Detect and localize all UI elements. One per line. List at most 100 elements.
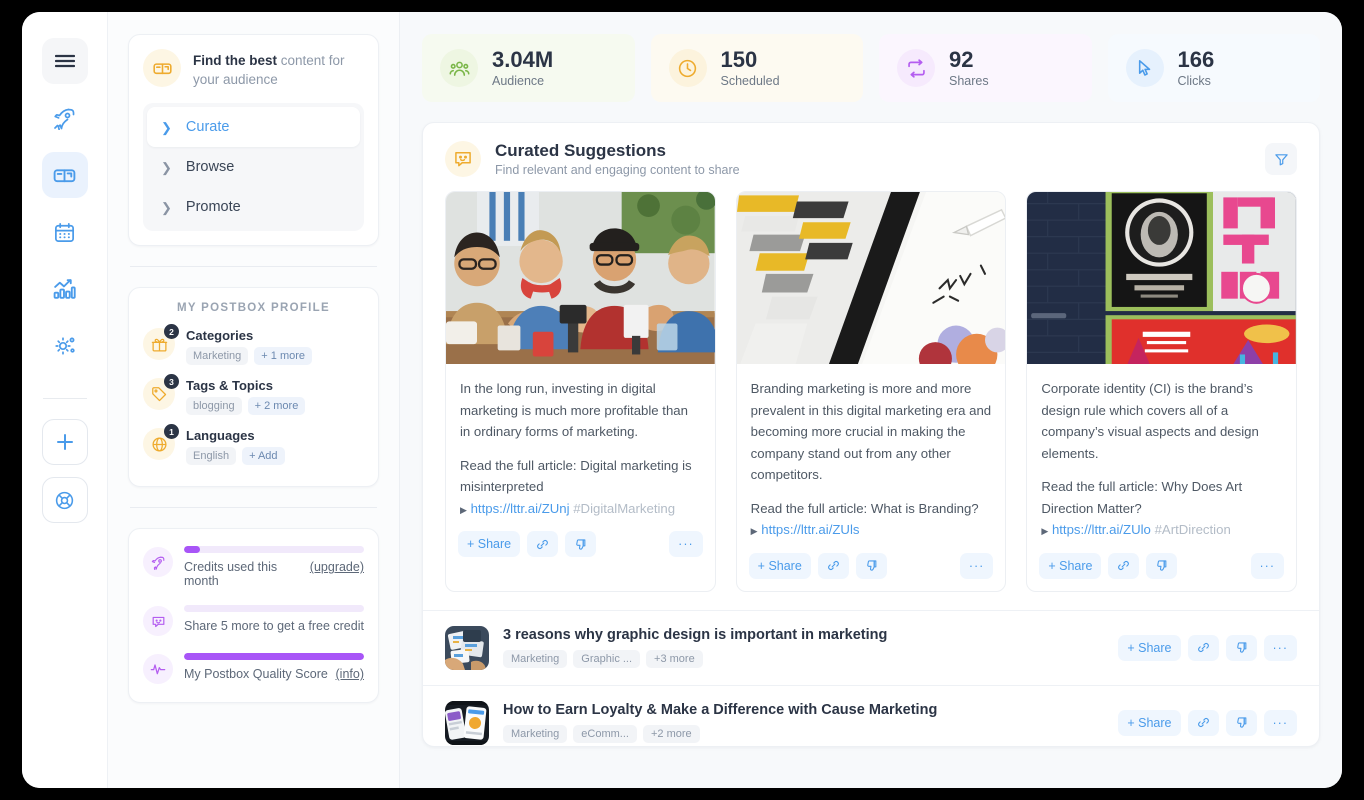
main-content: 3.04M Audience 150 Scheduled 92 Shares 1… xyxy=(400,12,1342,788)
sidebar-item-promote-nav[interactable]: ❯ Promote xyxy=(147,187,360,227)
suggestion-hashtag[interactable]: #DigitalMarketing xyxy=(573,501,675,516)
share-button[interactable]: + Share xyxy=(1118,634,1181,661)
info-link[interactable]: (info) xyxy=(336,667,364,681)
app-window: Find the best content for your audience … xyxy=(22,12,1342,788)
more-button[interactable]: ··· xyxy=(1263,634,1297,661)
chip[interactable]: Marketing xyxy=(503,725,568,744)
chat-smile-icon xyxy=(445,141,481,177)
link-button[interactable] xyxy=(1187,634,1219,661)
more-button[interactable]: ··· xyxy=(1250,552,1285,579)
suggestion-link[interactable]: https://lttr.ai/ZUnj xyxy=(471,501,570,516)
stat-label: Scheduled xyxy=(720,73,780,88)
dislike-button[interactable] xyxy=(565,531,597,558)
dislike-button[interactable] xyxy=(1225,709,1257,736)
chip-more[interactable]: + 1 more xyxy=(254,347,313,366)
upgrade-link[interactable]: (upgrade) xyxy=(310,560,364,574)
stat-label: Clicks xyxy=(1177,73,1211,88)
filter-icon xyxy=(1274,153,1288,165)
suggestion-link[interactable]: https://lttr.ai/ZUls xyxy=(761,522,859,537)
suggestion-card[interactable]: In the long run, investing in digital ma… xyxy=(445,191,716,592)
mailbox-icon xyxy=(143,49,181,87)
chip[interactable]: blogging xyxy=(186,397,242,416)
menu-button[interactable] xyxy=(41,38,88,84)
chip[interactable]: Graphic ... xyxy=(573,650,641,669)
suggestion-link[interactable]: https://lttr.ai/ZUlo xyxy=(1052,522,1151,537)
sidebar-item-curate[interactable]: ❯ Curate xyxy=(147,107,360,148)
dislike-button[interactable] xyxy=(1225,634,1257,661)
list-item-actions: + Share ··· xyxy=(1118,709,1297,736)
sidebar-item-settings[interactable] xyxy=(42,323,88,369)
chip[interactable]: Marketing xyxy=(186,347,249,366)
chip-more[interactable]: +2 more xyxy=(642,725,700,744)
chip-more[interactable]: +3 more xyxy=(646,650,703,669)
more-button[interactable]: ··· xyxy=(959,552,994,579)
stat-card-clicks[interactable]: 166 Clicks xyxy=(1107,34,1320,102)
suggestion-body: Branding marketing is more and more prev… xyxy=(737,364,1006,541)
profile-item-tags[interactable]: 3 Tags & Topics blogging + 2 more xyxy=(143,374,364,416)
design-papers-photo xyxy=(445,625,489,670)
sidebar-item-promote[interactable] xyxy=(42,95,88,141)
panel-divider-2 xyxy=(130,507,377,509)
share-button[interactable]: + Share xyxy=(1118,709,1181,736)
chip[interactable]: eComm... xyxy=(573,725,637,744)
stat-body: 92 Shares xyxy=(949,48,989,88)
help-button[interactable] xyxy=(41,477,88,523)
list-item-body: 3 reasons why graphic design is importan… xyxy=(503,627,887,669)
chip-more[interactable]: + 2 more xyxy=(247,397,306,416)
suggestion-summary: Branding marketing is more and more prev… xyxy=(750,381,992,483)
sidebar-item-browse[interactable]: ❯ Browse xyxy=(147,147,360,187)
chip-add[interactable]: + Add xyxy=(242,447,285,466)
languages-label: Languages xyxy=(186,428,255,444)
pulse-icon xyxy=(143,654,173,685)
thumbs-down-icon xyxy=(1236,717,1246,728)
suggestion-card[interactable]: Corporate identity (CI) is the brand’s d… xyxy=(1026,191,1298,592)
link-button[interactable] xyxy=(1187,709,1219,736)
list-item[interactable]: How to Earn Loyalty & Make a Difference … xyxy=(423,684,1319,746)
link-button[interactable] xyxy=(527,531,559,558)
tags-icon-wrap: 3 xyxy=(143,374,179,411)
cursor-icon xyxy=(1125,49,1164,87)
share-button[interactable]: + Share xyxy=(458,531,521,558)
profile-item-categories[interactable]: 2 Categories Marketing + 1 more xyxy=(143,324,364,366)
filter-button[interactable] xyxy=(1265,143,1297,175)
triangle-icon: ▶ xyxy=(750,526,758,537)
link-button[interactable] xyxy=(817,552,849,579)
stat-label: Audience xyxy=(492,73,545,88)
page-subtitle: Find relevant and engaging content to sh… xyxy=(495,163,740,177)
suggestion-card[interactable]: Branding marketing is more and more prev… xyxy=(735,191,1007,592)
link-button[interactable] xyxy=(1108,552,1140,579)
suggestion-hashtag[interactable]: #ArtDirection xyxy=(1155,522,1231,537)
more-button[interactable]: ··· xyxy=(1263,709,1297,736)
thumbs-down-icon xyxy=(867,560,877,571)
curated-title-block: Curated Suggestions Find relevant and en… xyxy=(495,141,740,177)
dislike-button[interactable] xyxy=(1146,552,1178,579)
suggestion-actions: + Share ··· xyxy=(446,519,715,569)
dislike-button[interactable] xyxy=(855,552,887,579)
categories-label: Categories xyxy=(186,328,254,344)
mailbox-icon xyxy=(53,168,76,182)
credits-card: Credits used this month (upgrade) Share … xyxy=(128,528,379,704)
suggestion-actions: + Share ··· xyxy=(737,541,1006,591)
list-item[interactable]: 3 reasons why graphic design is importan… xyxy=(423,609,1319,685)
create-button[interactable] xyxy=(41,419,88,465)
stat-body: 3.04M Audience xyxy=(492,48,553,88)
stat-card-audience[interactable]: 3.04M Audience xyxy=(422,34,635,102)
share-icon xyxy=(897,49,935,87)
share-button[interactable]: + Share xyxy=(1039,552,1102,579)
sidebar-item-postbox[interactable] xyxy=(41,152,88,198)
stat-card-scheduled[interactable]: 150 Scheduled xyxy=(650,34,863,102)
chip[interactable]: Marketing xyxy=(503,650,568,669)
more-button[interactable]: ··· xyxy=(669,531,703,558)
sidebar-item-calendar[interactable] xyxy=(42,209,88,255)
sidebar-item-analytics[interactable] xyxy=(42,266,88,312)
chip[interactable]: English xyxy=(186,447,237,466)
share-more-body: Share 5 more to get a free credit xyxy=(184,602,364,633)
chat-icon xyxy=(143,606,173,637)
languages-body: Languages English + Add xyxy=(186,428,285,466)
nav-group: ❯ Curate ❯ Browse ❯ Promote xyxy=(143,103,364,232)
stats-row: 3.04M Audience 150 Scheduled 92 Shares 1… xyxy=(422,34,1320,102)
suggestion-readmore: Read the full article: Why Does Art Dire… xyxy=(1041,479,1243,516)
profile-item-languages[interactable]: 1 Languages English + Add xyxy=(143,424,364,466)
stat-card-shares[interactable]: 92 Shares xyxy=(879,34,1092,102)
share-button[interactable]: + Share xyxy=(748,552,811,579)
